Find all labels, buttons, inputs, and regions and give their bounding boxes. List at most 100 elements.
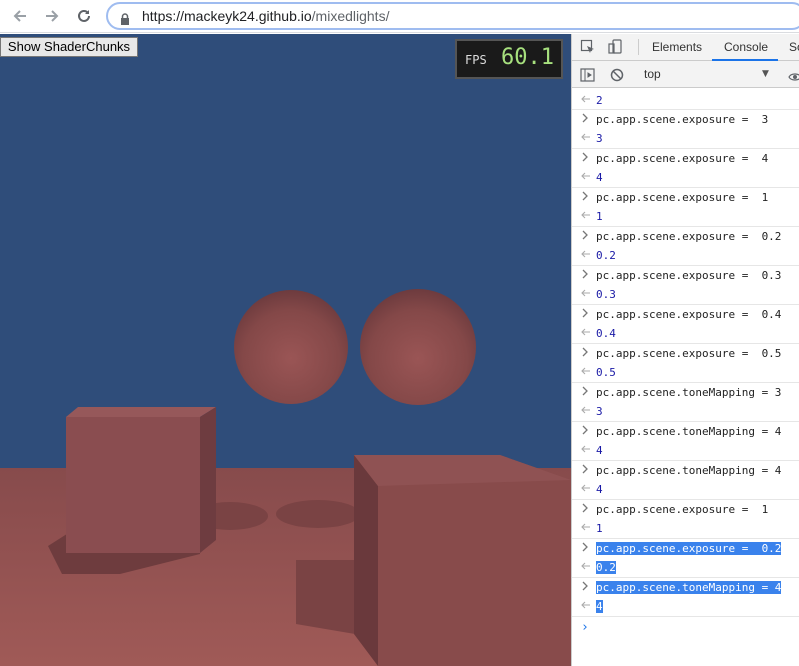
input-chevron-icon <box>581 152 591 164</box>
console-output-line[interactable]: 1 <box>572 207 799 226</box>
console-input-line[interactable]: pc.app.scene.exposure = 0.2 <box>572 227 799 246</box>
console-input-text: pc.app.scene.toneMapping = 4 <box>596 425 782 438</box>
console-output-line[interactable]: 0.5 <box>572 363 799 382</box>
reload-icon[interactable] <box>72 4 96 28</box>
console-output-value: 2 <box>596 94 603 107</box>
console-input-line[interactable]: pc.app.scene.toneMapping = 3 <box>572 383 799 402</box>
input-chevron-icon <box>581 269 591 281</box>
output-arrow-icon <box>581 522 591 534</box>
prompt-caret-icon: › <box>581 620 589 635</box>
show-shaderchunks-button[interactable]: Show ShaderChunks <box>0 37 138 57</box>
output-arrow-icon <box>581 600 591 612</box>
address-bar[interactable]: https://mackeyk24.github.io/mixedlights/ <box>106 2 799 30</box>
console-input-line[interactable]: pc.app.scene.exposure = 1 <box>572 500 799 519</box>
console-entry: pc.app.scene.toneMapping = 4 4 <box>572 461 799 500</box>
console-input-text: pc.app.scene.exposure = 4 <box>596 152 769 165</box>
console-input-line[interactable]: pc.app.scene.exposure = 3 <box>572 110 799 129</box>
console-output-line[interactable]: 3 <box>572 402 799 421</box>
context-select[interactable]: top <box>644 67 661 81</box>
sphere-left <box>234 290 348 404</box>
console-input-line[interactable]: pc.app.scene.toneMapping = 4 <box>572 461 799 480</box>
console-input-line[interactable]: pc.app.scene.exposure = 0.5 <box>572 344 799 363</box>
console-output-line[interactable]: 4 <box>572 597 799 616</box>
output-arrow-icon <box>581 561 591 573</box>
devtools-tab-bar: Elements Console So <box>572 34 799 61</box>
console-entry: pc.app.scene.exposure = 22 <box>572 89 799 110</box>
output-arrow-icon <box>581 94 591 106</box>
sidebar-toggle-icon[interactable] <box>580 67 595 86</box>
console-output-value: 0.5 <box>596 366 616 379</box>
tab-console[interactable]: Console <box>724 40 768 54</box>
console-log[interactable]: pc.app.scene.exposure = 22pc.app.scene.e… <box>572 89 799 666</box>
input-chevron-icon <box>581 230 591 242</box>
console-input-text: pc.app.scene.exposure = 0.5 <box>596 347 782 360</box>
tab-sources[interactable]: So <box>789 40 799 54</box>
tab-elements[interactable]: Elements <box>652 40 702 54</box>
output-arrow-icon <box>581 210 591 222</box>
sky-background <box>0 34 571 469</box>
console-output-value: 4 <box>596 600 603 613</box>
console-input-text: pc.app.scene.toneMapping = 4 <box>596 581 782 594</box>
console-entry: pc.app.scene.toneMapping = 4 4 <box>572 422 799 461</box>
arrow-left-icon[interactable] <box>8 4 32 28</box>
output-arrow-icon <box>581 327 591 339</box>
device-toolbar-icon[interactable] <box>608 39 624 59</box>
fps-value: 60.1 <box>501 45 554 70</box>
console-entry: pc.app.scene.toneMapping = 3 3 <box>572 383 799 422</box>
devtools-panel: Elements Console So top ▼ pc.app.scene.e… <box>571 34 799 666</box>
scene-render <box>0 34 571 666</box>
console-output-value: 0.3 <box>596 288 616 301</box>
console-output-line[interactable]: 3 <box>572 129 799 148</box>
console-input-text: pc.app.scene.exposure = 1 <box>596 503 769 516</box>
console-output-value: 3 <box>596 132 603 145</box>
inspect-element-icon[interactable] <box>580 39 596 59</box>
fps-meter: FPS 60.1 <box>455 39 563 79</box>
console-toolbar: top ▼ <box>572 61 799 88</box>
console-output-line[interactable]: 0.2 <box>572 246 799 265</box>
console-entry: pc.app.scene.exposure = 1 1 <box>572 188 799 227</box>
console-output-line[interactable]: 0.3 <box>572 285 799 304</box>
console-input-text: pc.app.scene.exposure = 0.2 <box>596 542 782 555</box>
console-entry: pc.app.scene.exposure = 0.2 0.2 <box>572 539 799 578</box>
console-entry: pc.app.scene.exposure = 0.4 0.4 <box>572 305 799 344</box>
console-input-line[interactable]: pc.app.scene.exposure = 0.4 <box>572 305 799 324</box>
console-input-line[interactable]: pc.app.scene.exposure = 0.2 <box>572 539 799 558</box>
console-output-line[interactable]: 2 <box>572 91 799 110</box>
toolbar-separator <box>638 39 639 55</box>
console-input-text: pc.app.scene.exposure = 0.3 <box>596 269 782 282</box>
console-output-value: 0.2 <box>596 561 616 574</box>
cube-shadow-right <box>296 560 355 634</box>
cube-left-side <box>200 407 216 553</box>
console-input-line[interactable]: pc.app.scene.toneMapping = 4 <box>572 578 799 597</box>
output-arrow-icon <box>581 444 591 456</box>
console-output-line[interactable]: 4 <box>572 441 799 460</box>
console-input-line[interactable]: pc.app.scene.exposure = 0.3 <box>572 266 799 285</box>
console-input-text: pc.app.scene.exposure = 0.2 <box>596 230 782 243</box>
input-chevron-icon <box>581 113 591 125</box>
console-input-line[interactable]: pc.app.scene.toneMapping = 4 <box>572 422 799 441</box>
input-chevron-icon <box>581 425 591 437</box>
console-output-line[interactable]: 0.4 <box>572 324 799 343</box>
output-arrow-icon <box>581 483 591 495</box>
clear-console-icon[interactable] <box>610 67 624 86</box>
console-input-text: pc.app.scene.toneMapping = 4 <box>596 464 782 477</box>
console-output-line[interactable]: 4 <box>572 168 799 187</box>
arrow-right-icon[interactable] <box>40 4 64 28</box>
console-input-line[interactable]: pc.app.scene.exposure = 4 <box>572 149 799 168</box>
eye-icon[interactable] <box>788 68 799 87</box>
url-path: /mixedlights/ <box>311 8 390 24</box>
console-prompt-row[interactable]: › <box>572 617 799 637</box>
console-input-line[interactable]: pc.app.scene.exposure = 1 <box>572 188 799 207</box>
webgl-canvas[interactable]: Show ShaderChunks FPS 60.1 <box>0 34 571 666</box>
console-output-value: 4 <box>596 444 603 457</box>
chevron-down-icon[interactable]: ▼ <box>762 69 769 79</box>
console-output-value: 0.4 <box>596 327 616 340</box>
console-output-line[interactable]: 4 <box>572 480 799 499</box>
output-arrow-icon <box>581 366 591 378</box>
console-output-line[interactable]: 1 <box>572 519 799 538</box>
console-output-line[interactable]: 0.2 <box>572 558 799 577</box>
input-chevron-icon <box>581 503 591 515</box>
input-chevron-icon <box>581 347 591 359</box>
console-entry: pc.app.scene.exposure = 3 3 <box>572 110 799 149</box>
console-entries: pc.app.scene.exposure = 22pc.app.scene.e… <box>572 89 799 617</box>
